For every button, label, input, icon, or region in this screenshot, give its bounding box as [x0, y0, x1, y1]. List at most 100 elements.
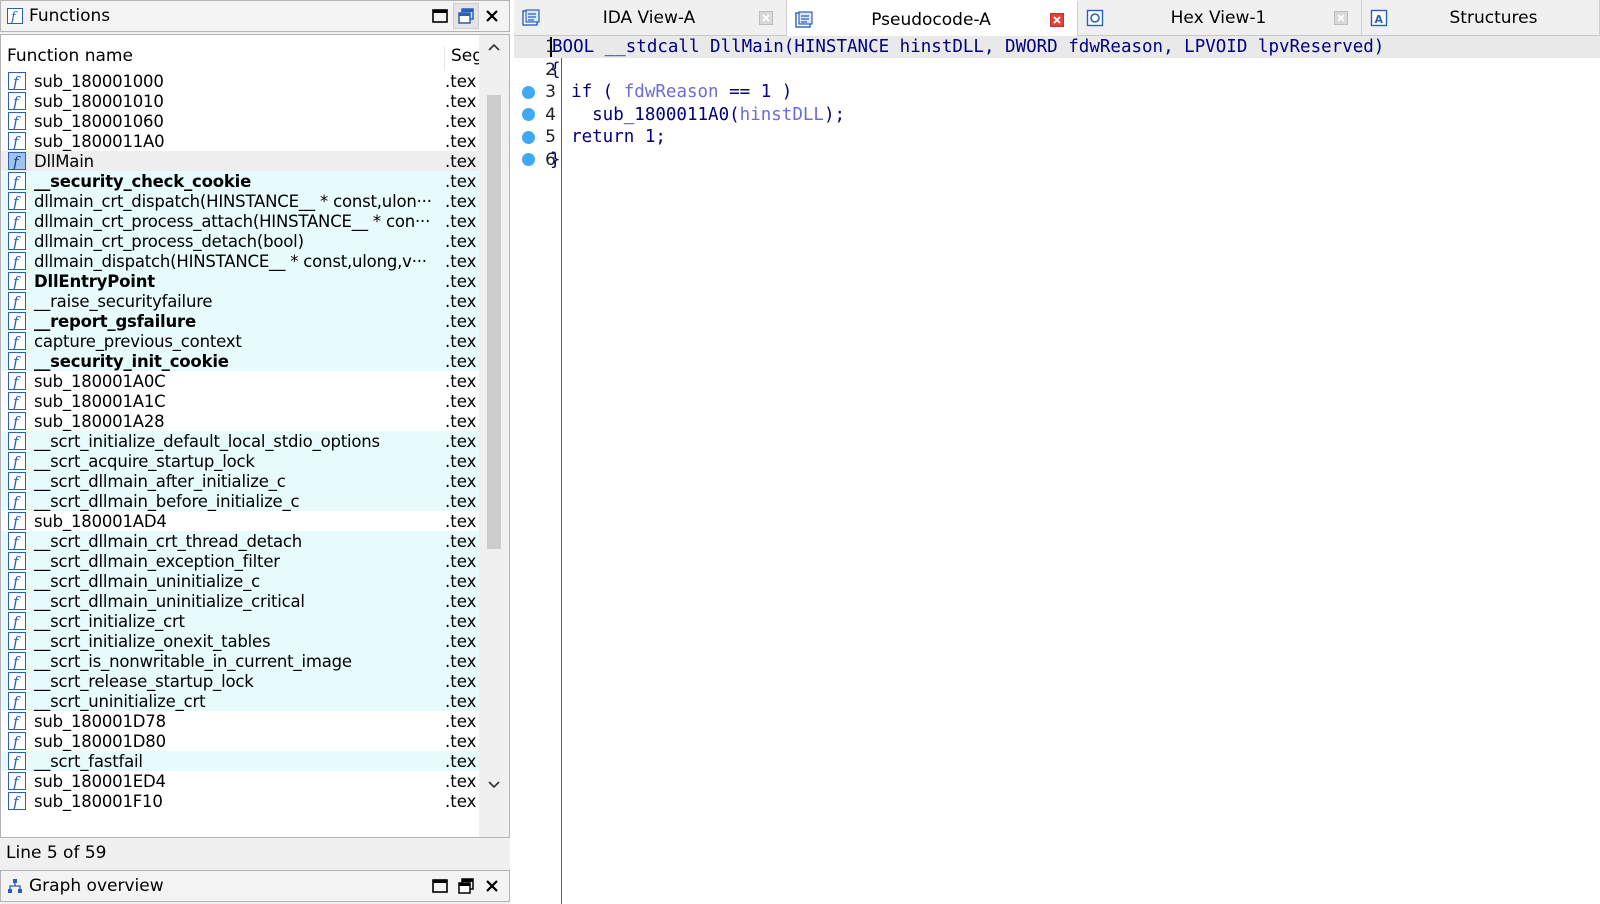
vertical-scrollbar[interactable] [479, 35, 509, 837]
function-segment: .tex [441, 511, 479, 531]
function-name: __raise_securityfailure [34, 291, 213, 311]
function-row[interactable]: f sub_1800011A0 .tex [1, 131, 479, 151]
function-segment: .tex [441, 351, 479, 371]
float-icon[interactable] [453, 3, 479, 29]
function-row[interactable]: f sub_180001A0C .tex [1, 371, 479, 391]
function-row[interactable]: f DllEntryPoint .tex [1, 271, 479, 291]
function-icon: f [6, 491, 28, 511]
scroll-up-icon[interactable] [479, 35, 509, 59]
function-segment: .tex [441, 291, 479, 311]
function-name: __scrt_dllmain_uninitialize_critical [34, 591, 305, 611]
code-token: } [550, 149, 561, 170]
function-row[interactable]: f sub_180001D78 .tex [1, 711, 479, 731]
tab-ida-view-a[interactable]: IDA View-A [514, 0, 787, 36]
functions-list[interactable]: Function name Seg fsub_180001000.texfsub… [0, 34, 510, 838]
column-segment[interactable]: Seg [445, 46, 479, 71]
functions-list-header: Function name Seg [1, 35, 479, 71]
function-segment: .tex [441, 191, 479, 211]
code-line[interactable]: 4 sub_1800011A0(hinstDLL); [514, 104, 1600, 126]
code-line[interactable]: 5 return 1; [514, 126, 1600, 148]
function-row[interactable]: f __scrt_dllmain_exception_filter .tex [1, 551, 479, 571]
functions-titlebar[interactable]: f Functions [0, 0, 510, 32]
close-icon[interactable] [479, 873, 505, 899]
function-row[interactable]: f sub_180001AD4 .tex [1, 511, 479, 531]
function-row[interactable]: f dllmain_crt_process_detach(bool) .tex [1, 231, 479, 251]
function-segment: .tex [441, 371, 479, 391]
function-row[interactable]: f sub_180001060 .tex [1, 111, 479, 131]
function-row[interactable]: f dllmain_dispatch(HINSTANCE__ * const,ul… [1, 251, 479, 271]
tab-close-icon[interactable] [1333, 10, 1349, 26]
function-row[interactable]: f sub_180001A28 .tex [1, 411, 479, 431]
function-segment: .tex [441, 231, 479, 251]
function-segment: .tex [441, 71, 479, 91]
function-row[interactable]: f __scrt_initialize_onexit_tables .tex [1, 631, 479, 651]
function-icon: f [6, 311, 28, 331]
function-segment: .tex [441, 651, 479, 671]
function-row[interactable]: f sub_180001000 .tex [1, 71, 479, 91]
function-row[interactable]: f __scrt_fastfail .tex [1, 751, 479, 771]
function-row[interactable]: f __scrt_dllmain_after_initialize_c .tex [1, 471, 479, 491]
code-line[interactable]: 2{ [514, 59, 1600, 81]
function-row[interactable]: f __security_init_cookie .tex [1, 351, 479, 371]
function-row[interactable]: f __scrt_dllmain_crt_thread_detach .tex [1, 531, 479, 551]
function-row[interactable]: f __scrt_dllmain_before_initialize_c .tex [1, 491, 479, 511]
function-row[interactable]: f DllMain .tex [1, 151, 479, 171]
function-row[interactable]: f __scrt_dllmain_uninitialize_c .tex [1, 571, 479, 591]
scroll-down-icon[interactable] [479, 773, 509, 797]
function-row[interactable]: f __scrt_initialize_default_local_stdio_o… [1, 431, 479, 451]
code-variable[interactable]: hinstDLL [740, 105, 824, 125]
function-name: __report_gsfailure [34, 311, 196, 331]
close-icon[interactable] [479, 3, 505, 29]
function-row[interactable]: f __security_check_cookie .tex [1, 171, 479, 191]
functions-title: Functions [29, 6, 111, 26]
function-row[interactable]: f sub_180001A1C .tex [1, 391, 479, 411]
function-row[interactable]: f sub_180001010 .tex [1, 91, 479, 111]
tab-pseudocode-a[interactable]: Pseudocode-A [787, 0, 1078, 37]
function-segment: .tex [441, 211, 479, 231]
tab-close-icon[interactable] [758, 10, 774, 26]
function-row[interactable]: f sub_180001ED4 .tex [1, 771, 479, 791]
maximize-icon[interactable] [427, 873, 453, 899]
function-row[interactable]: f __scrt_is_nonwritable_in_current_image.… [1, 651, 479, 671]
function-name: sub_180001010 [34, 91, 164, 111]
code-line[interactable]: 1 BOOL __stdcall DllMain(HINSTANCE hinstD… [514, 36, 1600, 58]
code-line[interactable]: 3 if ( fdwReason == 1 ) [514, 81, 1600, 103]
code-text: BOOL __stdcall DllMain(HINSTANCE hinstDL… [550, 37, 1385, 57]
tab-hex-view-1[interactable]: Hex View-1 [1078, 0, 1362, 36]
function-row[interactable]: f __scrt_initialize_crt .tex [1, 611, 479, 631]
function-row[interactable]: f __report_gsfailure .tex [1, 311, 479, 331]
function-row[interactable]: f __scrt_dllmain_uninitialize_critical .te… [1, 591, 479, 611]
function-icon: f [6, 251, 28, 271]
function-icon: f [6, 711, 28, 731]
code-line[interactable]: 6} [514, 149, 1600, 171]
function-row[interactable]: f __scrt_release_startup_lock .tex [1, 671, 479, 691]
code-text: sub_1800011A0(hinstDLL); [550, 105, 845, 125]
function-name: dllmain_crt_process_detach(bool) [34, 231, 304, 251]
function-row[interactable]: f dllmain_crt_process_attach(HINSTANCE__ … [1, 211, 479, 231]
maximize-icon[interactable] [427, 3, 453, 29]
function-name: dllmain_crt_dispatch(HINSTANCE__ * const… [34, 191, 432, 211]
vertical-scroll-thumb[interactable] [487, 95, 501, 549]
function-name: __scrt_uninitialize_crt [34, 691, 206, 711]
function-row[interactable]: f dllmain_crt_dispatch(HINSTANCE__ * cons… [1, 191, 479, 211]
function-segment: .tex [441, 751, 479, 771]
float-icon[interactable] [453, 873, 479, 899]
function-icon: f [6, 471, 28, 491]
function-name: DllEntryPoint [34, 271, 155, 291]
function-row[interactable]: f __raise_securityfailure .tex [1, 291, 479, 311]
function-name: DllMain [34, 151, 94, 171]
function-segment: .tex [441, 791, 479, 811]
graph-overview-titlebar[interactable]: Graph overview [0, 870, 510, 902]
code-variable[interactable]: fdwReason [624, 82, 719, 102]
function-row[interactable]: f capture_previous_context .tex [1, 331, 479, 351]
function-segment: .tex [441, 171, 479, 191]
tab-close-icon[interactable] [1049, 12, 1065, 28]
function-row[interactable]: f __scrt_acquire_startup_lock .tex [1, 451, 479, 471]
function-row[interactable]: f sub_180001F10 .tex [1, 791, 479, 811]
function-row[interactable]: f sub_180001D80 .tex [1, 731, 479, 751]
pseudocode-view[interactable]: 1 BOOL __stdcall DllMain(HINSTANCE hinstD… [514, 36, 1600, 904]
function-icon: f [6, 131, 28, 151]
function-row[interactable]: f __scrt_uninitialize_crt .tex [1, 691, 479, 711]
column-function-name[interactable]: Function name [1, 46, 445, 71]
tab-structures[interactable]: A Structures [1362, 0, 1600, 36]
